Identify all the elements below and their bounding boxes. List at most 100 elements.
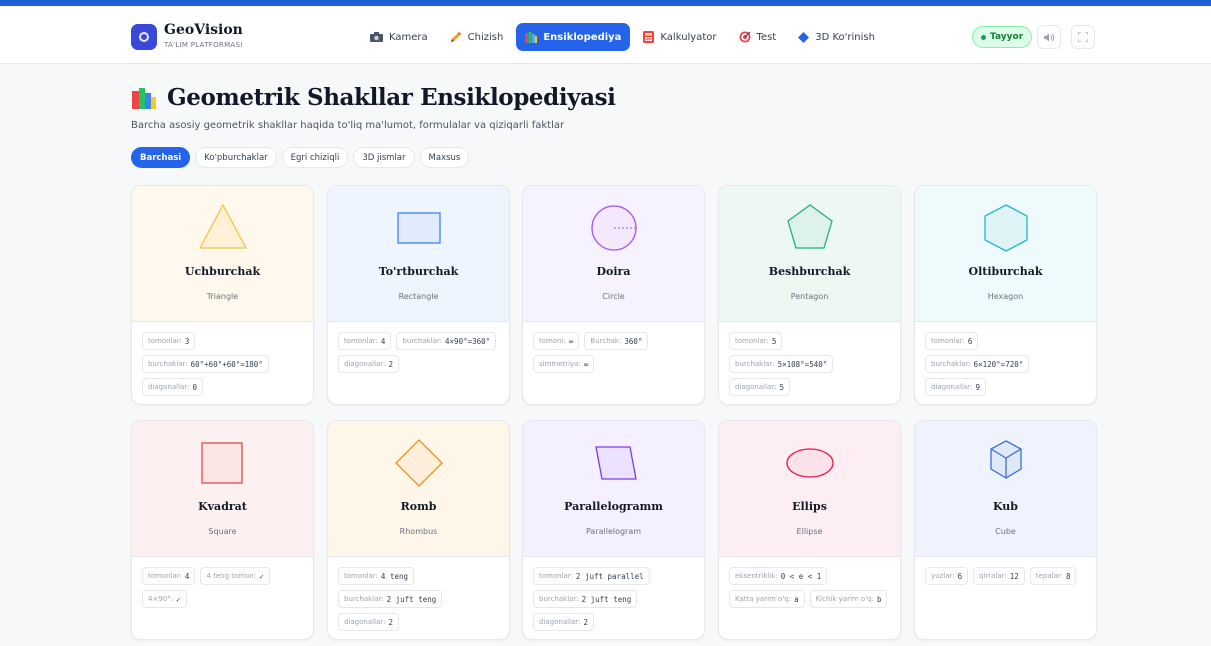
- property-key: diagonallar:: [148, 383, 190, 391]
- shape-property: eksentriklik: 0 < e < 1: [729, 567, 828, 585]
- shape-card-hexagon[interactable]: Oltiburchak Hexagon tomonlar: 6 burchaklar…: [914, 185, 1097, 405]
- rhombus-shape-icon: [395, 439, 443, 487]
- shape-card-parallelogram[interactable]: Parallelogramm Parallelogram tomonlar: 2 …: [522, 420, 705, 640]
- shape-property: burchaklar: 60°+60°+60°=180°: [142, 355, 269, 373]
- filter-egri-chiziqli[interactable]: Egri chiziqli: [281, 147, 349, 168]
- shape-property: tomonlar: 4: [142, 567, 196, 585]
- property-key: Katta yarim o'q:: [735, 595, 792, 603]
- hexagon-shape-icon: [984, 204, 1028, 252]
- property-value: 4 teng: [380, 571, 409, 581]
- pencil-icon: [450, 32, 461, 42]
- filter-maxsus[interactable]: Maxsus: [419, 147, 470, 168]
- sound-button[interactable]: [1037, 25, 1061, 49]
- shape-card-cube[interactable]: Kub Cube yuzlar: 6 qirralar: 12 tepalar: 8: [914, 420, 1097, 640]
- shape-card-pentagon[interactable]: Beshburchak Pentagon tomonlar: 5 burchakla…: [718, 185, 901, 405]
- filter-barchasi[interactable]: Barchasi: [131, 147, 191, 168]
- shape-property: 4 teng tomon: ✓: [200, 567, 270, 585]
- nav-ensiklopediya[interactable]: Ensiklopediya: [516, 23, 631, 51]
- card-english-name: Cube: [995, 527, 1016, 536]
- card-title: Beshburchak: [768, 265, 851, 278]
- app-header: GeoVision TA'LIM PLATFORMASI Kamera Chiz…: [0, 6, 1211, 64]
- property-value: 2 juft teng: [581, 594, 632, 604]
- shape-property: Burchak: 360°: [584, 332, 649, 350]
- shape-property: tomonlar: 3: [142, 332, 196, 350]
- shape-property: tomonlar: 5: [729, 332, 783, 350]
- property-key: diagonallar:: [344, 618, 386, 626]
- nav-3d-korinish[interactable]: 3D Ko'rinish: [789, 23, 884, 51]
- property-value: 8: [1065, 571, 1071, 581]
- shape-card-circle[interactable]: Doira Circle tomoni: ∞ Burchak: 360° simmetr…: [522, 185, 705, 405]
- property-key: burchaklar:: [344, 595, 384, 603]
- card-title: Kvadrat: [198, 500, 247, 513]
- property-value: 6: [957, 571, 963, 581]
- brand-name: GeoVision: [164, 22, 243, 38]
- nav-chizish[interactable]: Chizish: [441, 23, 513, 51]
- page-title: Geometrik Shakllar Ensiklopediyasi: [167, 84, 616, 111]
- nav-kalkulyator[interactable]: Kalkulyator: [634, 23, 725, 51]
- property-value: 5: [771, 336, 777, 346]
- nav-label: 3D Ko'rinish: [815, 31, 875, 43]
- card-header: Parallelogramm Parallelogram: [523, 421, 704, 557]
- nav-test[interactable]: Test: [730, 23, 786, 51]
- shape-card-ellipse[interactable]: Ellips Ellipse eksentriklik: 0 < e < 1 Kat…: [718, 420, 901, 640]
- property-value: 12: [1009, 571, 1019, 581]
- card-header: Doira Circle: [523, 186, 704, 322]
- shape-property: burchaklar: 4×90°=360°: [396, 332, 497, 350]
- shape-property: tepalar: 8: [1029, 567, 1077, 585]
- card-properties: tomonlar: 6 burchaklar: 6×120°=720° diagonal…: [915, 322, 1096, 404]
- property-key: tomonlar:: [931, 337, 965, 345]
- shape-property: diagonallar: 2: [338, 613, 399, 631]
- calculator-icon: [643, 31, 655, 43]
- property-key: tomonlar:: [344, 337, 378, 345]
- shape-property: diagonallar: 0: [142, 378, 203, 396]
- card-properties: tomonlar: 2 juft parallel burchaklar: 2 juf…: [523, 557, 704, 639]
- nav-kamera[interactable]: Kamera: [361, 23, 437, 51]
- card-properties: tomonlar: 4 teng burchaklar: 2 juft teng dia…: [328, 557, 509, 639]
- books-icon: [525, 31, 538, 43]
- fullscreen-button[interactable]: [1071, 25, 1095, 49]
- property-value: 6: [967, 336, 973, 346]
- books-icon: [132, 87, 156, 109]
- property-key: tomoni:: [539, 337, 566, 345]
- shape-property: tomonlar: 2 juft parallel: [533, 567, 650, 585]
- property-key: diagonallar:: [344, 360, 386, 368]
- shape-card-rectangle[interactable]: To'rtburchak Rectangle tomonlar: 4 burchak…: [327, 185, 510, 405]
- property-value: b: [876, 594, 882, 604]
- filter-kopburchaklar[interactable]: Ko'pburchaklar: [195, 147, 277, 168]
- property-key: tomonlar:: [539, 572, 573, 580]
- property-key: burchaklar:: [402, 337, 443, 345]
- shape-property: tomoni: ∞: [533, 332, 580, 350]
- card-title: Doira: [596, 265, 631, 278]
- shape-property: burchaklar: 2 juft teng: [533, 590, 638, 608]
- property-key: Kichik yarim o'q:: [815, 595, 874, 603]
- camera-icon: [370, 32, 383, 42]
- card-english-name: Hexagon: [987, 292, 1024, 301]
- brand-subtitle: TA'LIM PLATFORMASI: [164, 41, 243, 49]
- property-value: 5: [779, 382, 784, 392]
- shape-property: diagonallar: 2: [533, 613, 594, 631]
- card-title: Uchburchak: [184, 265, 261, 278]
- card-english-name: Triangle: [206, 292, 239, 301]
- nav-label: Test: [756, 31, 777, 43]
- cube-shape-icon: [990, 440, 1022, 479]
- property-value: 5×108°=540°: [777, 359, 828, 369]
- property-value: ∞: [583, 359, 589, 369]
- sound-icon: [1043, 33, 1054, 41]
- property-key: tomonlar:: [735, 337, 769, 345]
- parallelogram-shape-icon: [595, 446, 637, 480]
- card-english-name: Rectangle: [398, 292, 439, 301]
- circle-shape-icon: [591, 205, 637, 251]
- card-header: Ellips Ellipse: [719, 421, 900, 557]
- property-key: burchaklar:: [931, 360, 971, 368]
- property-value: 0: [192, 382, 197, 392]
- property-key: diagonallar:: [735, 383, 777, 391]
- shape-property: diagonallar: 2: [338, 355, 399, 373]
- filter-3d-jismlar[interactable]: 3D jismlar: [353, 147, 415, 168]
- shape-card-rhombus[interactable]: Romb Rhombus tomonlar: 4 teng burchaklar: 2…: [327, 420, 510, 640]
- shape-card-triangle[interactable]: Uchburchak Triangle tomonlar: 3 burchaklar…: [131, 185, 314, 405]
- property-key: qirralar:: [979, 572, 1007, 580]
- shape-card-square[interactable]: Kvadrat Square tomonlar: 4 4 teng tomon: ✓ 4…: [131, 420, 314, 640]
- page-title-row: Geometrik Shakllar Ensiklopediyasi: [131, 84, 616, 111]
- shape-property: Kichik yarim o'q: b: [809, 590, 888, 608]
- logo-icon[interactable]: [131, 24, 157, 50]
